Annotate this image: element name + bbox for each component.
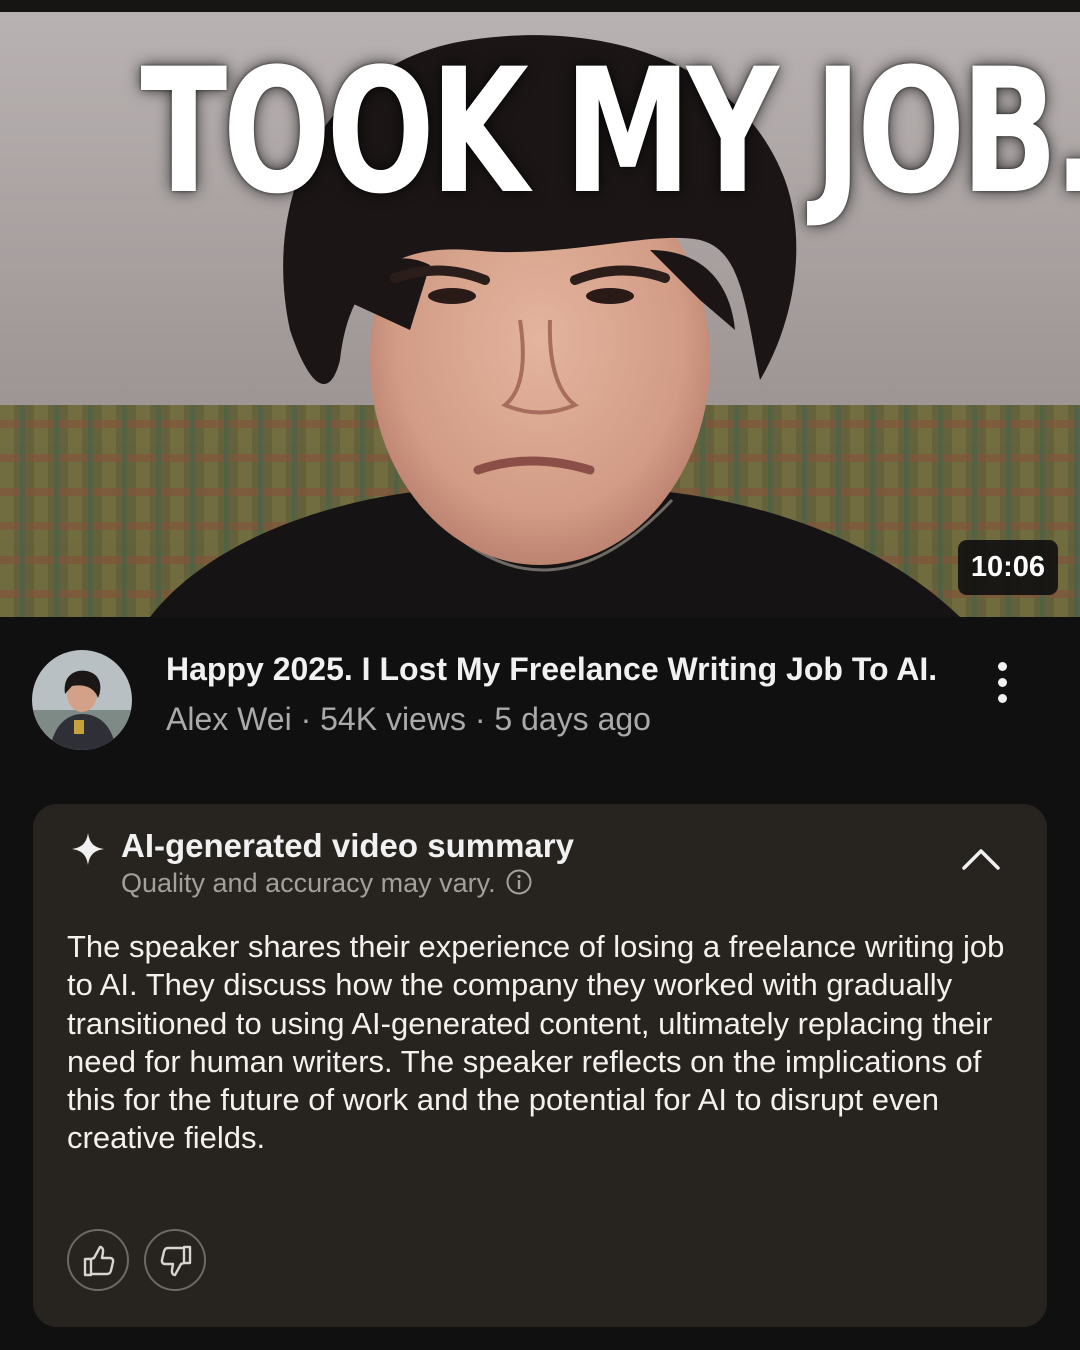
thumbnail-caption: TOOK MY JOB. bbox=[140, 31, 1080, 232]
sparkle-icon bbox=[72, 833, 104, 865]
summary-disclaimer: Quality and accuracy may vary. bbox=[121, 866, 532, 900]
summary-title: AI-generated video summary bbox=[121, 827, 574, 864]
more-vertical-icon bbox=[998, 662, 1007, 671]
channel-avatar[interactable] bbox=[32, 650, 132, 750]
chevron-up-icon[interactable] bbox=[959, 840, 1003, 876]
video-meta: Alex Wei · 54K views · 5 days ago bbox=[166, 701, 651, 737]
more-vertical-icon bbox=[998, 678, 1007, 687]
more-vertical-icon bbox=[998, 694, 1007, 703]
video-details: Happy 2025. I Lost My Freelance Writing … bbox=[166, 650, 956, 738]
ai-summary-card: AI-generated video summary Quality and a… bbox=[33, 804, 1047, 1327]
avatar-image bbox=[32, 650, 132, 750]
more-options-button[interactable] bbox=[984, 657, 1022, 709]
thumbs-up-icon bbox=[83, 1245, 115, 1277]
video-thumbnail[interactable]: TOOK MY JOB. 10:06 bbox=[0, 0, 1080, 617]
summary-body: The speaker shares their experience of l… bbox=[67, 929, 1005, 1156]
thumbs-down-icon bbox=[160, 1245, 192, 1277]
like-summary-button[interactable] bbox=[67, 1229, 129, 1291]
dislike-summary-button[interactable] bbox=[144, 1229, 206, 1291]
info-icon[interactable] bbox=[506, 869, 532, 895]
video-title[interactable]: Happy 2025. I Lost My Freelance Writing … bbox=[166, 650, 956, 688]
duration-badge: 10:06 bbox=[957, 540, 1058, 595]
summary-subtitle: Quality and accuracy may vary. bbox=[121, 868, 496, 898]
